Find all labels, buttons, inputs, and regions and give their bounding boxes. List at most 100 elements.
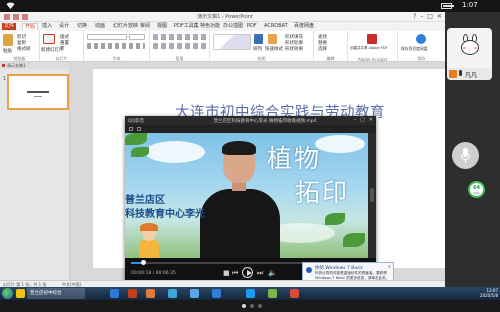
thumbnail-title-line — [27, 91, 49, 93]
tab-baidu-netdisk[interactable]: 百度网盘 — [292, 23, 316, 30]
player-toolbar — [125, 125, 376, 133]
shape-effects-button[interactable]: 形状效果 — [285, 46, 303, 52]
kid-hat — [140, 223, 158, 231]
align-buttons[interactable] — [153, 43, 207, 49]
playback-time: 00:00:18 / 00:06:35 — [131, 271, 176, 276]
document-tab-label: 演示文稿1 — [7, 63, 26, 68]
window-title: 演示文稿1 - PowerPoint — [197, 14, 253, 20]
wechat-icon[interactable] — [268, 289, 277, 298]
ribbon-group-editing: 查找 替换 选择 编辑 — [314, 31, 348, 62]
media-icon[interactable] — [146, 289, 155, 298]
qq-icon[interactable] — [168, 289, 177, 298]
undo-icon[interactable] — [13, 14, 19, 20]
tab-view[interactable]: 视图 — [155, 23, 169, 30]
tab-animations[interactable]: 动画 — [93, 23, 107, 30]
player-close-icon[interactable]: ✕ — [369, 117, 373, 123]
tab-pdf-tools[interactable]: PDF工具集 — [172, 23, 201, 30]
minimize-icon[interactable]: – — [420, 13, 423, 20]
user-icon — [449, 70, 457, 78]
help-icon[interactable]: ? — [413, 13, 416, 20]
video-title-line-2: 拓印 — [295, 178, 350, 207]
tablet-screen: 1:07 演示文稿1 - PowerPoint ? – □ ✕ 文件 开始 插入… — [0, 0, 500, 312]
tab-file[interactable]: 文件 — [2, 23, 17, 30]
adobe-pdf-icon[interactable] — [367, 34, 377, 44]
start-button[interactable] — [2, 288, 13, 299]
section-button[interactable]: 节 — [60, 46, 65, 52]
pdf-icon[interactable] — [290, 289, 299, 298]
arrange-button[interactable]: 排列 — [253, 46, 262, 52]
tab-pdf[interactable]: PDF — [245, 23, 259, 30]
system-tray[interactable]: 13:07 2020/5/8 — [480, 288, 498, 298]
kid-shirt — [139, 240, 159, 258]
quick-styles-button[interactable]: 快速样式 — [265, 46, 283, 52]
volume-icon[interactable]: 🔈 — [268, 269, 277, 277]
close-icon[interactable]: ✕ — [437, 13, 442, 20]
paste-button[interactable]: 粘贴 — [3, 48, 12, 54]
powerpoint-icon[interactable] — [128, 289, 137, 298]
video-frame[interactable]: 植物 拓印 普兰店区 科技教育中心李光 — [125, 133, 368, 258]
video-org-line-2: 科技教育中心李光 — [125, 209, 205, 220]
document-tab[interactable]: 演示文稿1 — [0, 62, 70, 69]
create-share-pdf-button[interactable]: 创建并共享 Adobe PDF — [350, 46, 388, 51]
select-button[interactable]: 选择 — [318, 46, 327, 52]
player-settings-icon[interactable] — [137, 127, 141, 131]
tab-insert[interactable]: 插入 — [40, 23, 54, 30]
font-size-select[interactable] — [129, 34, 145, 40]
microphone-button[interactable] — [452, 142, 479, 169]
tab-acrobat[interactable]: ACROBAT — [262, 23, 290, 30]
page-dot[interactable] — [242, 304, 246, 308]
chrome-icon[interactable] — [246, 289, 255, 298]
redo-icon[interactable] — [22, 14, 28, 20]
microphone-base — [465, 160, 466, 163]
ribbon-group-font: 字体 — [84, 31, 150, 62]
taskbar-item-ppt[interactable]: 普兰店初中综合 — [27, 288, 85, 299]
tab-slideshow[interactable]: 幻灯片放映 — [111, 23, 140, 30]
player-side-scrollbar[interactable] — [368, 133, 376, 258]
next-icon[interactable]: ⏭ — [257, 269, 263, 277]
ie-icon[interactable] — [110, 289, 119, 298]
play-button[interactable] — [242, 267, 253, 278]
progress-knob[interactable] — [140, 260, 146, 265]
app-icon[interactable] — [190, 289, 199, 298]
new-slide-icon[interactable] — [43, 34, 55, 44]
page-dot[interactable] — [258, 304, 262, 308]
avatar-cheek — [463, 47, 466, 49]
arrange-icon[interactable] — [254, 34, 263, 44]
previous-icon[interactable]: ⏮ — [232, 269, 238, 277]
tab-transitions[interactable]: 切换 — [75, 23, 89, 30]
folder-icon[interactable] — [16, 289, 25, 298]
tab-home[interactable]: 开始 — [22, 23, 39, 30]
tab-office-illustrations[interactable]: 办公插图 — [221, 23, 245, 30]
font-style-buttons[interactable] — [87, 43, 145, 49]
battery-icon — [441, 3, 454, 9]
list-buttons[interactable] — [153, 34, 207, 40]
save-icon[interactable] — [4, 14, 10, 20]
notification-close-icon[interactable]: ✕ — [388, 264, 391, 269]
player-maximize-icon[interactable]: □ — [360, 117, 365, 123]
slide-thumbnail[interactable]: 1 — [3, 74, 69, 110]
maximize-icon[interactable]: □ — [427, 13, 433, 20]
format-painter-button[interactable]: 格式刷 — [17, 46, 31, 52]
font-name-select[interactable] — [87, 34, 127, 40]
save-to-baidu-button[interactable]: 保存到百度网盘 — [401, 46, 428, 52]
player-app-title: QQ影音 — [128, 119, 145, 124]
paste-icon[interactable] — [3, 34, 13, 46]
ribbon-group-baidu: 保存到百度网盘 保存 — [398, 31, 445, 62]
tab-review[interactable]: 审阅 — [138, 23, 152, 30]
participant-tile[interactable]: 凡凡 — [447, 28, 492, 80]
quick-styles-icon[interactable] — [268, 34, 277, 44]
ppt-titlebar: 演示文稿1 - PowerPoint ? – □ ✕ — [0, 12, 445, 22]
scrollbar-thumb[interactable] — [370, 188, 374, 202]
tab-features[interactable]: 特色功能 — [198, 23, 222, 30]
notification-body: 你的计算机可能是盗版软件的受害者。要获得 Windows 7 Basic 的更多… — [315, 271, 390, 280]
tab-design[interactable]: 设计 — [57, 23, 71, 30]
player-menu-icon[interactable] — [129, 127, 133, 131]
stop-icon[interactable]: ■ — [223, 269, 230, 277]
player-minimize-icon[interactable]: – — [354, 117, 357, 123]
page-dot[interactable] — [250, 304, 254, 308]
shapes-gallery[interactable] — [213, 34, 251, 50]
wifi-icon — [6, 2, 15, 10]
ribbon-group-adobe: 创建并共享 Adobe PDF Adobe Acrobat — [348, 31, 398, 62]
baidu-netdisk-taskbar-icon[interactable] — [212, 289, 221, 298]
baidu-netdisk-icon[interactable] — [416, 34, 426, 44]
